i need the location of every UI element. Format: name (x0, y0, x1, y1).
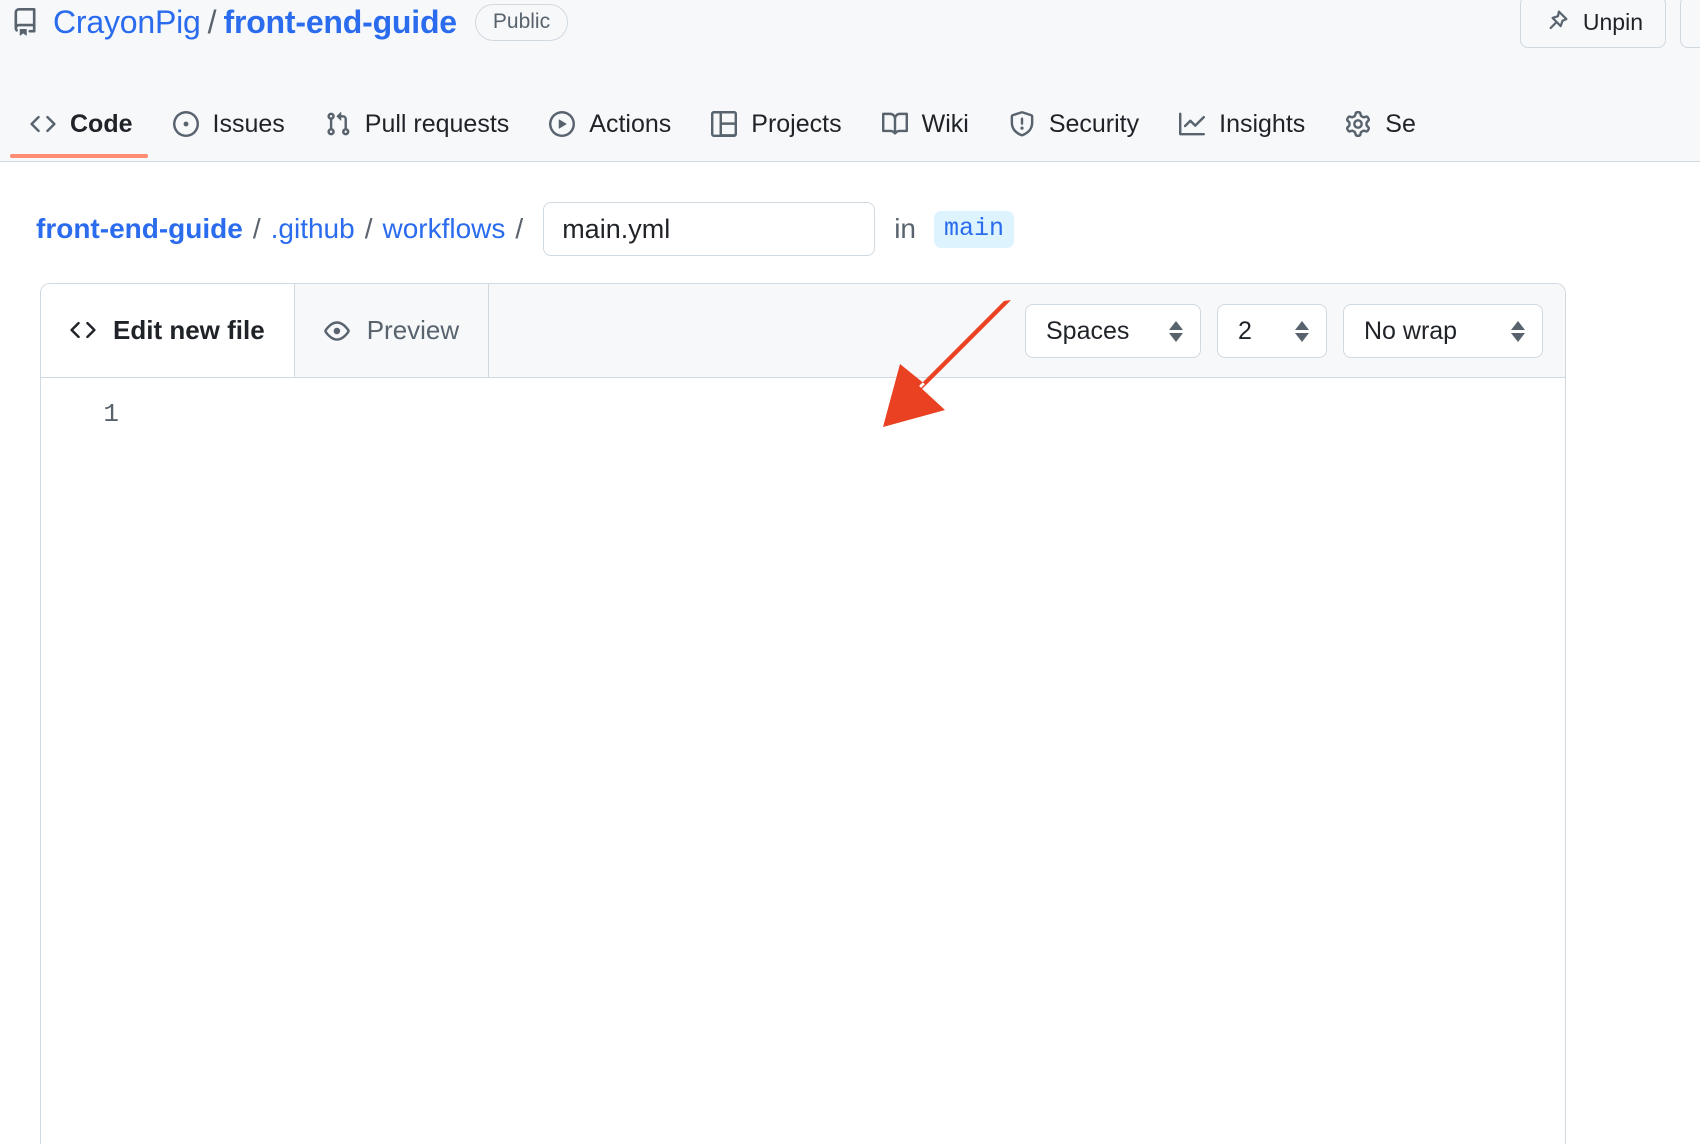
breadcrumb-repo-link[interactable]: front-end-guide (36, 213, 243, 245)
nav-item-pull-requests-label: Pull requests (364, 109, 510, 138)
git-pull-request-icon (325, 111, 351, 137)
eye-icon (323, 318, 350, 344)
breadcrumb-separator-2: / (364, 213, 373, 244)
pin-slash-icon (1543, 9, 1569, 35)
code-editor-area[interactable]: 1 (41, 378, 1565, 1144)
active-tab-underline (10, 154, 148, 158)
nav-item-issues[interactable]: Issues (153, 97, 305, 151)
nav-item-wiki-label: Wiki (921, 109, 969, 138)
wrap-mode-value: No wrap (1364, 316, 1458, 345)
nav-item-code[interactable]: Code (10, 97, 153, 151)
chevron-updown-icon (1510, 320, 1526, 342)
filename-input[interactable] (543, 202, 876, 256)
indent-size-value: 2 (1238, 316, 1252, 345)
nav-item-pull-requests[interactable]: Pull requests (305, 97, 530, 151)
gear-icon (1345, 111, 1371, 137)
breadcrumb-separator-3: / (515, 213, 524, 244)
table-icon (711, 111, 738, 137)
in-label: in (894, 213, 916, 244)
nav-item-code-label: Code (70, 109, 133, 138)
nav-item-actions[interactable]: Actions (529, 97, 691, 151)
branch-badge: main (933, 210, 1014, 248)
nav-item-actions-label: Actions (589, 109, 672, 138)
indent-style-select[interactable]: Spaces (1025, 304, 1201, 358)
nav-item-wiki[interactable]: Wiki (862, 97, 989, 151)
tab-preview[interactable]: Preview (295, 284, 490, 377)
play-icon (549, 111, 576, 137)
book-icon (881, 111, 908, 137)
repo-owner-link[interactable]: CrayonPig (53, 4, 201, 41)
repo-title-separator: / (207, 3, 217, 40)
wrap-mode-select[interactable]: No wrap (1343, 304, 1543, 358)
repo-header-actions: Unpin (1519, 0, 1700, 48)
visibility-badge: Public (474, 3, 569, 41)
tab-edit-new-file-label: Edit new file (113, 314, 265, 345)
issue-opened-icon (172, 111, 199, 137)
nav-item-insights[interactable]: Insights (1159, 97, 1325, 151)
graph-icon (1179, 111, 1206, 137)
tab-edit-new-file[interactable]: Edit new file (41, 284, 295, 377)
overflow-action-button[interactable] (1680, 0, 1700, 48)
repo-name-link[interactable]: front-end-guide (224, 4, 458, 41)
repo-nav: Code Issues Pull requests Actions Projec… (0, 86, 1700, 162)
nav-item-projects-label: Projects (751, 109, 842, 138)
nav-item-security[interactable]: Security (989, 97, 1159, 151)
indent-style-value: Spaces (1046, 316, 1130, 345)
breadcrumb-dir-github[interactable]: .github (271, 213, 355, 245)
chevron-updown-icon (1294, 320, 1310, 342)
editor-toolbar: Edit new file Preview Spaces 2 No wrap (41, 284, 1565, 378)
unpin-button-label: Unpin (1582, 8, 1643, 35)
repo-header: CrayonPig / front-end-guide Public Unpin (0, 0, 1700, 86)
nav-item-security-label: Security (1048, 109, 1140, 138)
repo-title: CrayonPig / front-end-guide Public (10, 0, 569, 50)
indent-size-select[interactable]: 2 (1217, 304, 1327, 358)
tab-preview-label: Preview (366, 315, 460, 345)
breadcrumb-dir-workflows[interactable]: workflows (382, 213, 505, 245)
shield-icon (1009, 111, 1035, 137)
file-editor-panel: Edit new file Preview Spaces 2 No wrap 1 (40, 283, 1566, 1144)
code-icon (70, 317, 96, 343)
nav-item-settings[interactable]: Se (1325, 97, 1436, 151)
nav-item-projects[interactable]: Projects (691, 97, 861, 151)
breadcrumb: front-end-guide / .github / workflows / … (36, 198, 1014, 260)
repo-nav-items: Code Issues Pull requests Actions Projec… (10, 86, 1436, 162)
breadcrumb-separator-1: / (252, 213, 261, 244)
chevron-updown-icon (1168, 320, 1184, 342)
repo-book-icon (10, 7, 40, 37)
nav-item-issues-label: Issues (212, 109, 285, 138)
editor-controls: Spaces 2 No wrap (1025, 284, 1543, 378)
nav-item-settings-label: Se (1385, 109, 1416, 138)
unpin-button[interactable]: Unpin (1519, 0, 1666, 48)
nav-item-insights-label: Insights (1219, 109, 1306, 138)
code-icon (30, 111, 56, 137)
line-number: 1 (103, 399, 119, 429)
